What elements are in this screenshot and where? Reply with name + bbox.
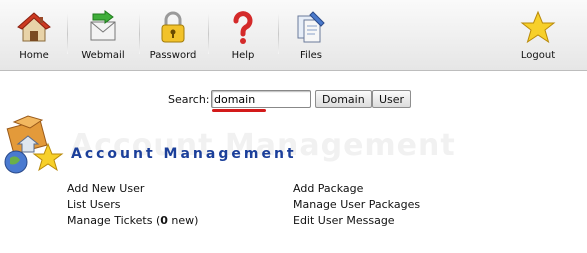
manage-tickets-suffix: new) [167, 214, 199, 227]
list-users-link[interactable]: List Users [67, 198, 121, 211]
toolbar-logout[interactable]: Logout [516, 6, 560, 68]
toolbar-password[interactable]: Password [148, 6, 198, 68]
user-button[interactable]: User [372, 90, 412, 108]
toolbar-label-webmail: Webmail [81, 50, 125, 61]
ticket-count: 0 [160, 214, 168, 227]
toolbar-help[interactable]: Help [224, 6, 262, 68]
toolbar-webmail[interactable]: Webmail [80, 6, 126, 68]
add-new-user-link[interactable]: Add New User [67, 182, 144, 195]
toolbar-label-logout: Logout [520, 50, 556, 61]
question-icon [233, 11, 253, 44]
toolbar-label-files: Files [300, 50, 322, 61]
home-icon [17, 12, 51, 42]
separator [278, 14, 279, 54]
toolbar-files[interactable]: Files [292, 6, 330, 68]
lock-icon [161, 11, 185, 43]
webmail-icon [90, 10, 116, 41]
search-row: Search: Domain User [0, 90, 587, 112]
files-icon [297, 11, 325, 43]
separator [208, 14, 209, 54]
separator [139, 14, 140, 54]
toolbar: Home Webmail Password Help Files Logout [0, 0, 587, 71]
search-label: Search: [168, 93, 210, 106]
manage-user-packages-link[interactable]: Manage User Packages [293, 198, 420, 211]
separator [67, 14, 68, 54]
toolbar-label-home: Home [19, 50, 49, 61]
toolbar-label-password: Password [149, 50, 197, 61]
search-input[interactable] [211, 90, 311, 108]
account-management-icon [4, 115, 64, 174]
red-underline-mark [212, 109, 266, 112]
section-title: Account Management [71, 146, 297, 162]
edit-user-message-link[interactable]: Edit User Message [293, 214, 395, 227]
star-icon [520, 10, 556, 44]
manage-tickets-prefix: Manage Tickets ( [67, 214, 161, 227]
domain-button[interactable]: Domain [315, 90, 372, 108]
manage-tickets-link[interactable]: Manage Tickets (0 new) [67, 214, 198, 227]
toolbar-label-help: Help [231, 50, 255, 61]
add-package-link[interactable]: Add Package [293, 182, 363, 195]
toolbar-home[interactable]: Home [14, 6, 54, 68]
